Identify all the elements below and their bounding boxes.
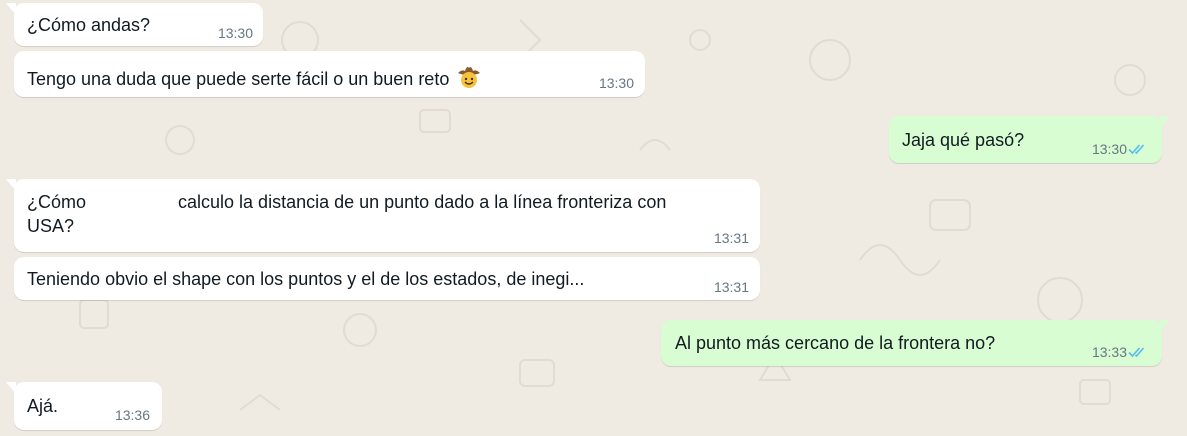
bubble-tail	[6, 382, 16, 394]
message-text: Tengo una duda que puede serte fácil o u…	[27, 63, 482, 91]
message-timestamp: 13:33	[1091, 344, 1127, 360]
message-text: Jaja qué pasó?	[902, 130, 1025, 150]
read-double-check-icon	[1128, 347, 1145, 358]
message-text: Al punto más cercano de la frontera no?	[675, 333, 996, 353]
message-timestamp: 13:30	[598, 75, 634, 91]
message-text: ¿Cómo calculo la distancia de un punto da…	[27, 190, 666, 238]
bubble-tail	[1160, 116, 1170, 128]
message-timestamp: 13:30	[217, 25, 253, 41]
message-text: Teniendo obvio el shape con los puntos y…	[27, 269, 585, 289]
message-bubble-incoming[interactable]: Teniendo obvio el shape con los puntos y…	[14, 257, 760, 300]
message-text-line: USA?	[27, 216, 75, 236]
message-text-part: ¿Cómo	[27, 192, 87, 212]
message-text-content: Tengo una duda que puede serte fácil o u…	[27, 69, 450, 89]
bubble-tail	[6, 3, 16, 15]
message-timestamp: 13:31	[713, 230, 749, 246]
message-bubble-incoming[interactable]: ¿Cómo calculo la distancia de un punto da…	[6, 179, 760, 252]
read-double-check-icon	[1128, 144, 1145, 155]
message-text-part: calculo la distancia de un punto dado a …	[178, 192, 667, 212]
message-timestamp: 13:30	[1091, 141, 1127, 157]
message-bubble-outgoing[interactable]: Jaja qué pasó? 13:30	[889, 116, 1170, 163]
message-bubble-incoming[interactable]: Tengo una duda que puede serte fácil o u…	[14, 51, 645, 97]
message-timestamp: 13:36	[114, 407, 150, 423]
message-text: Ajá.	[27, 396, 59, 416]
message-text-line: ¿Cómo calculo la distancia de un punto da…	[27, 190, 666, 214]
message-bubble-incoming[interactable]: Ajá. 13:36	[6, 382, 162, 430]
message-bubble-outgoing[interactable]: Al punto más cercano de la frontera no? …	[661, 320, 1170, 366]
message-bubble-incoming[interactable]: ¿Cómo andas? 13:30	[6, 3, 263, 46]
bubble-tail	[6, 179, 16, 191]
cowboy-face-icon	[458, 67, 481, 88]
bubble-tail	[1160, 320, 1170, 332]
message-text: ¿Cómo andas?	[27, 15, 151, 35]
message-timestamp: 13:31	[713, 279, 749, 295]
